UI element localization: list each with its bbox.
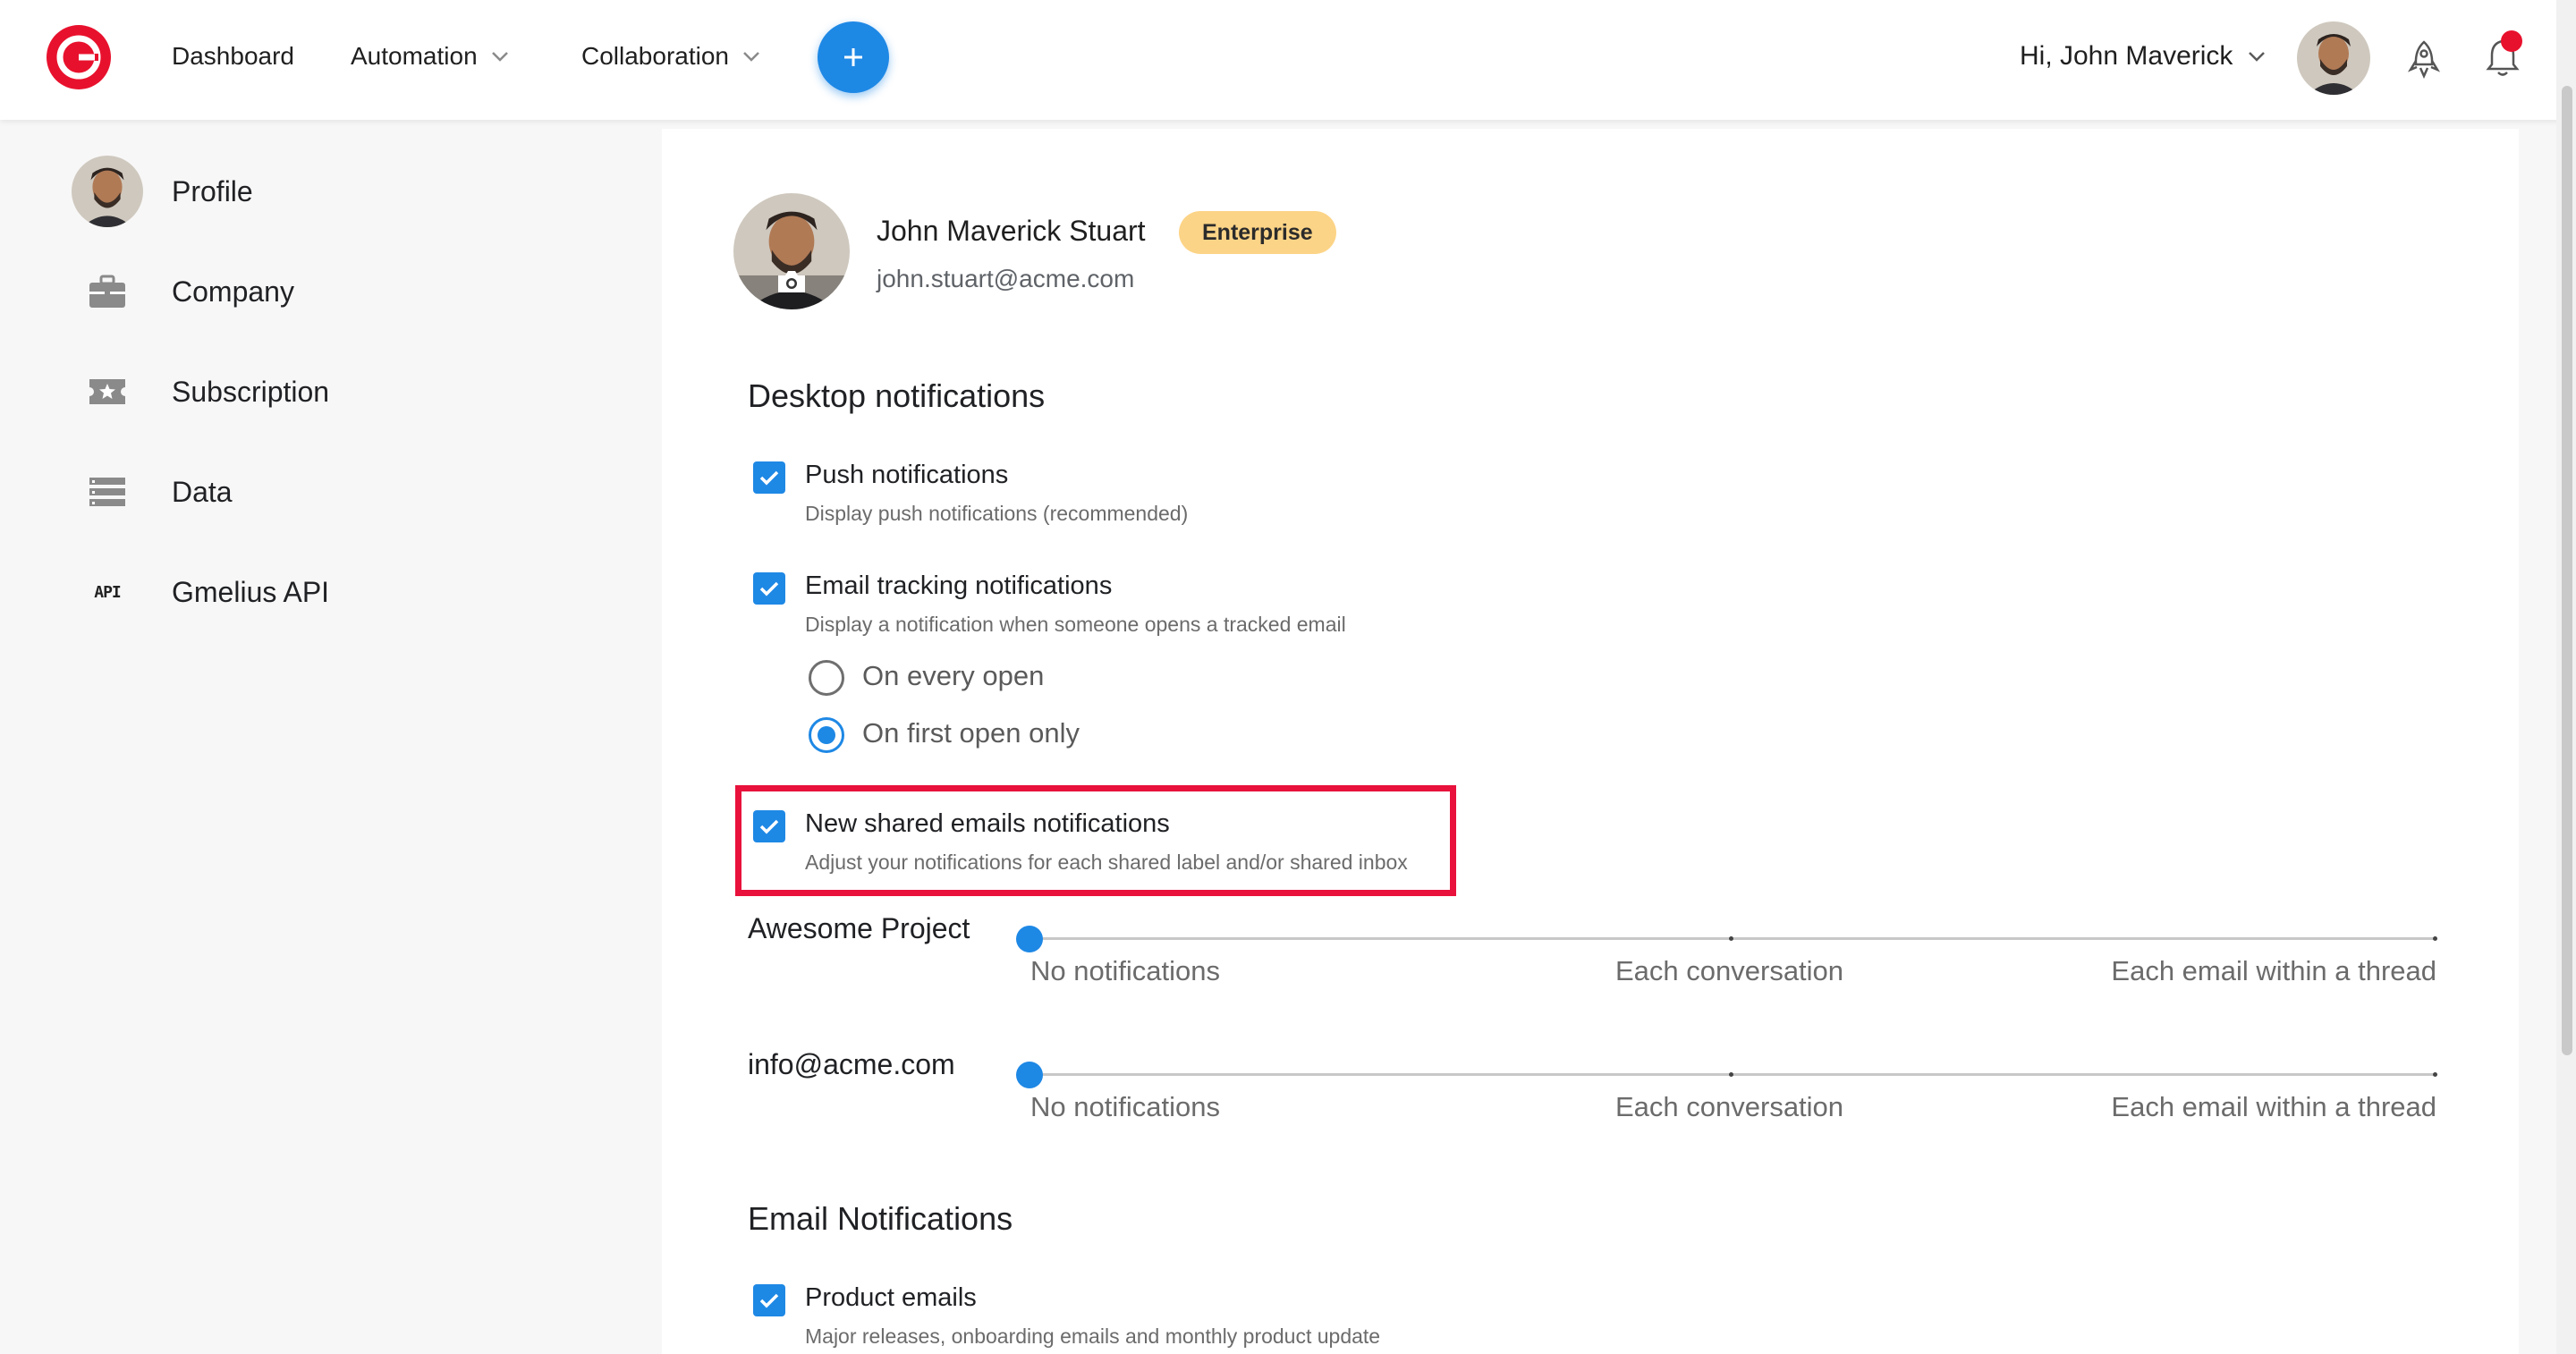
sidebar-item-label: Subscription xyxy=(172,375,330,408)
nav-dashboard-label: Dashboard xyxy=(172,42,294,70)
camera-icon[interactable] xyxy=(775,268,808,295)
section-title-email: Email Notifications xyxy=(748,1200,1013,1237)
radio-first-open[interactable] xyxy=(809,717,844,753)
briefcase-icon xyxy=(72,256,143,327)
rocket-icon[interactable] xyxy=(2406,39,2442,79)
highlight-box xyxy=(735,785,1456,896)
scrollbar[interactable] xyxy=(2556,0,2576,1354)
sidebar-item-label: Gmelius API xyxy=(172,575,330,608)
profile-email: john.stuart@acme.com xyxy=(877,265,1135,292)
radio-first-open-label: On first open only xyxy=(862,717,1080,749)
push-notifications-checkbox[interactable] xyxy=(753,461,785,494)
section-title-desktop: Desktop notifications xyxy=(748,377,1046,414)
slider-label-info-acme: info@acme.com xyxy=(748,1048,955,1080)
slider-label-awesome-project: Awesome Project xyxy=(748,912,970,944)
database-icon xyxy=(72,456,143,528)
avatar xyxy=(72,156,143,227)
top-bar: Dashboard Automation Collaboration Hi, J… xyxy=(0,0,2576,120)
slider-stop-label: Each email within a thread xyxy=(2111,955,2436,986)
plan-badge: Enterprise xyxy=(1179,211,1336,254)
plus-icon xyxy=(844,48,862,66)
push-notifications-description: Display push notifications (recommended) xyxy=(805,502,1189,525)
slider-thumb-info-acme[interactable] xyxy=(1016,1062,1043,1088)
checkmark-icon xyxy=(759,1293,779,1308)
radio-every-open-label: On every open xyxy=(862,660,1045,691)
product-emails-description: Major releases, onboarding emails and mo… xyxy=(805,1324,1381,1348)
push-notifications-label: Push notifications xyxy=(805,461,1009,489)
greeting-text: Hi, John Maverick xyxy=(2020,41,2233,71)
nav-automation-label: Automation xyxy=(351,42,478,70)
checkmark-icon xyxy=(759,819,779,834)
scrollbar-thumb[interactable] xyxy=(2562,86,2572,1055)
notification-dot xyxy=(2501,30,2522,52)
slider-tick xyxy=(1729,1072,1733,1077)
product-emails-checkbox[interactable] xyxy=(753,1284,785,1316)
checkmark-icon xyxy=(759,581,779,597)
checkmark-icon xyxy=(759,470,779,486)
nav-automation[interactable]: Automation xyxy=(351,36,512,77)
sidebar-item-subscription[interactable]: Subscription xyxy=(0,349,662,435)
nav-collaboration[interactable]: Collaboration xyxy=(581,36,763,77)
radio-every-open[interactable] xyxy=(809,660,844,696)
slider-stop-label: Each conversation xyxy=(1615,955,1844,986)
chevron-down-icon xyxy=(743,52,759,62)
slider-stop-label: Each conversation xyxy=(1615,1091,1844,1122)
settings-card: John Maverick Stuart Enterprise john.stu… xyxy=(662,129,2519,1354)
nav-dashboard[interactable]: Dashboard xyxy=(172,36,294,77)
chevron-down-icon xyxy=(2249,52,2266,62)
shared-emails-description: Adjust your notifications for each share… xyxy=(805,850,1408,874)
slider-thumb-awesome-project[interactable] xyxy=(1016,926,1043,952)
shared-emails-checkbox[interactable] xyxy=(753,810,785,842)
sidebar-item-company[interactable]: Company xyxy=(0,249,662,334)
user-menu[interactable]: Hi, John Maverick xyxy=(2020,36,2268,77)
sidebar-item-profile[interactable]: Profile xyxy=(0,148,662,234)
email-tracking-description: Display a notification when someone open… xyxy=(805,613,1346,636)
slider-stop-label: No notifications xyxy=(1030,1091,1220,1122)
product-emails-label: Product emails xyxy=(805,1283,977,1312)
email-tracking-checkbox[interactable] xyxy=(753,572,785,605)
chevron-down-icon xyxy=(491,52,508,62)
shared-emails-label: New shared emails notifications xyxy=(805,809,1170,838)
api-icon-text: API xyxy=(94,582,121,602)
gmelius-logo-icon[interactable] xyxy=(45,23,113,91)
slider-tick xyxy=(2433,936,2437,941)
email-tracking-label: Email tracking notifications xyxy=(805,571,1113,600)
avatar[interactable] xyxy=(2297,21,2370,95)
slider-stop-label: No notifications xyxy=(1030,955,1220,986)
api-icon: API xyxy=(72,556,143,628)
slider-tick xyxy=(2433,1072,2437,1077)
slider-tick xyxy=(1729,936,1733,941)
create-button[interactable] xyxy=(818,21,889,93)
slider-stop-label: Each email within a thread xyxy=(2111,1091,2436,1122)
nav-collaboration-label: Collaboration xyxy=(581,42,729,70)
profile-name: John Maverick Stuart xyxy=(877,215,1146,247)
sidebar-item-label: Company xyxy=(172,275,294,308)
sidebar-item-gmelius-api[interactable]: API Gmelius API xyxy=(0,549,662,635)
ticket-star-icon xyxy=(72,356,143,427)
sidebar: Profile Company Subscription Data API Gm… xyxy=(0,120,662,1354)
sidebar-item-label: Data xyxy=(172,475,233,508)
sidebar-item-data[interactable]: Data xyxy=(0,449,662,535)
sidebar-item-label: Profile xyxy=(172,174,253,207)
